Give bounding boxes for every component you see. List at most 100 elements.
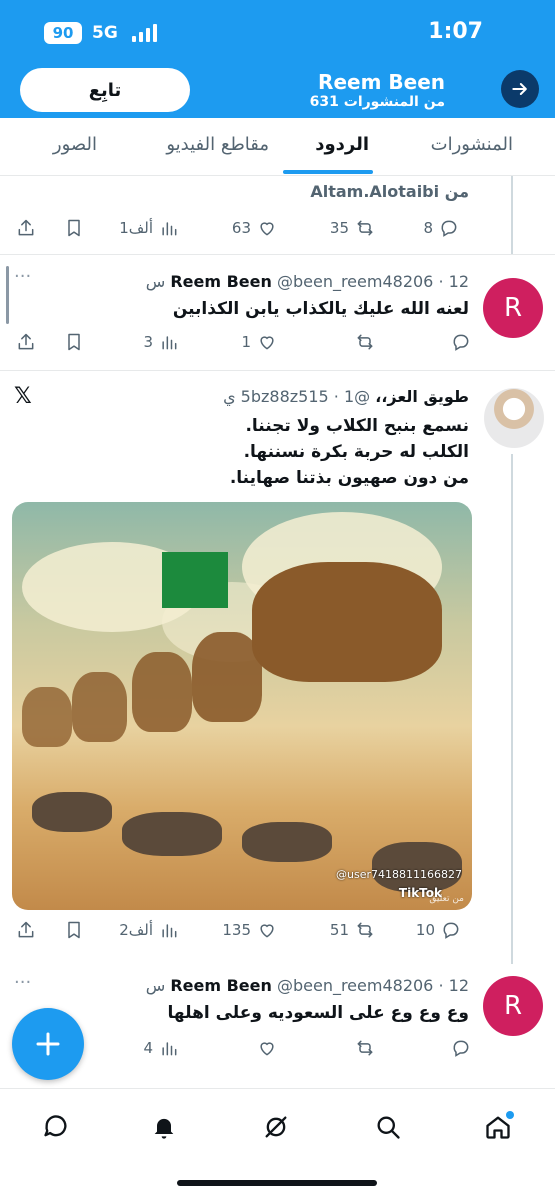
back-button[interactable]: [501, 70, 539, 108]
views-count: 3: [143, 333, 153, 351]
like-count: 63: [231, 219, 251, 237]
views-button[interactable]: 3: [143, 332, 179, 352]
bookmark-icon: [68, 219, 80, 237]
views-count: 1ألف: [119, 219, 153, 237]
thread-line: [511, 176, 513, 254]
views-icon: [162, 1042, 177, 1056]
views-icon: [162, 336, 177, 350]
share-button[interactable]: [16, 218, 36, 238]
reply-icon: [441, 220, 457, 237]
author-name[interactable]: طويق العز،،: [375, 387, 469, 406]
bookmark-button[interactable]: [64, 332, 84, 352]
views-button[interactable]: 4: [143, 1038, 179, 1058]
avatar[interactable]: R: [483, 278, 543, 338]
post-divider: [0, 254, 555, 255]
thread-line: [511, 454, 513, 964]
like-button[interactable]: 63: [232, 218, 277, 238]
more-icon[interactable]: ···: [14, 266, 31, 287]
bookmark-icon: [68, 333, 80, 351]
repost-button[interactable]: [355, 1038, 375, 1058]
post-text-line: من دون صهيون بذتنا صهاينا.: [229, 468, 469, 488]
tab-posts[interactable]: المنشورات: [431, 134, 513, 155]
arrow-right-icon: [512, 83, 527, 95]
post-text: وع وع وع على السعوديه وعلى اهلها: [167, 1003, 469, 1023]
author-name[interactable]: Reem Been: [170, 272, 272, 291]
reply-count: 8: [423, 219, 433, 237]
profile-header: 90 5G 1:07 تابِع Reem Been 631 من المنشو…: [0, 0, 555, 118]
like-icon: [260, 924, 274, 938]
tab-videos[interactable]: مقاطع الفيديو: [166, 134, 269, 155]
reply-button[interactable]: [451, 332, 471, 352]
repost-button[interactable]: [355, 332, 375, 352]
share-button[interactable]: [16, 332, 36, 352]
avatar-letter: R: [503, 293, 523, 323]
status-bar: 90 5G 1:07: [0, 0, 555, 62]
avatar[interactable]: R: [483, 976, 543, 1036]
signal-icon: [132, 24, 158, 42]
repost-button[interactable]: 35: [330, 218, 375, 238]
author-handle[interactable]: @been_reem48206: [277, 976, 433, 995]
post-header: طويق العز،، @5bz88z515 · 1 ي: [223, 387, 469, 406]
bookmark-button[interactable]: [64, 218, 84, 238]
like-icon: [260, 222, 274, 236]
status-time: 1:07: [428, 19, 483, 44]
bookmark-icon: [68, 921, 80, 939]
search-icon: [377, 1116, 400, 1139]
active-tab-indicator: [283, 170, 373, 174]
post-header: Reem Been @been_reem48206 · 12 س: [145, 976, 469, 995]
follow-button[interactable]: تابِع: [20, 68, 190, 112]
like-button[interactable]: 135: [222, 920, 277, 940]
nav-search[interactable]: [370, 1109, 406, 1145]
repost-icon: [357, 1040, 373, 1056]
posts-count: 631 من المنشورات: [309, 94, 445, 110]
post-text-line: نسمع بنبح الكلاب ولا تجننا.: [245, 416, 469, 436]
nav-messages[interactable]: [38, 1109, 74, 1145]
post-text-line: الكلب له حربة بكرة نسننها.: [243, 442, 469, 462]
share-icon: [18, 921, 34, 938]
compose-button[interactable]: [12, 1008, 84, 1080]
tab-photos[interactable]: الصور: [53, 134, 97, 155]
nav-grok[interactable]: [258, 1109, 294, 1145]
share-button[interactable]: [16, 920, 36, 940]
views-button[interactable]: 1ألف: [119, 218, 179, 238]
reply-button[interactable]: [451, 1038, 471, 1058]
bookmark-button[interactable]: [64, 920, 84, 940]
reply-icon: [453, 1040, 469, 1057]
avatar[interactable]: [484, 388, 544, 448]
repost-icon: [357, 334, 373, 350]
repost-button[interactable]: 51: [330, 920, 375, 940]
reply-context[interactable]: من Altam.Alotaibi: [310, 182, 469, 201]
author-handle[interactable]: @been_reem48206: [277, 272, 433, 291]
network-label: 5G: [92, 23, 118, 43]
more-icon[interactable]: ···: [14, 972, 31, 993]
repost-icon: [357, 220, 373, 236]
nav-home[interactable]: [480, 1109, 516, 1145]
plus-icon: [36, 1032, 60, 1056]
like-count: 135: [222, 921, 251, 939]
avatar-letter: R: [503, 991, 523, 1021]
reply-icon: [443, 922, 459, 939]
share-icon: [18, 219, 34, 236]
like-icon: [260, 1042, 274, 1056]
profile-name: Reem Been: [318, 70, 445, 94]
views-count: 4: [143, 1039, 153, 1057]
like-button[interactable]: [257, 1038, 277, 1058]
tab-replies[interactable]: الردود: [315, 134, 369, 155]
reply-count: 10: [415, 921, 435, 939]
reply-button[interactable]: 8: [423, 218, 459, 238]
nav-notifications[interactable]: [146, 1109, 182, 1145]
notification-dot: [506, 1111, 514, 1119]
grok-icon: [265, 1116, 287, 1138]
reply-icon: [453, 334, 469, 351]
reply-button[interactable]: 10: [416, 920, 461, 940]
post-text: لعنه الله عليك يالكذاب يابن الكذابين: [172, 299, 469, 319]
thread-marker: [6, 266, 9, 324]
messages-icon: [44, 1115, 67, 1137]
repost-icon: [357, 922, 373, 938]
author-name[interactable]: Reem Been: [170, 976, 272, 995]
post-media[interactable]: @user7418811166827 TikTok من تعليق: [12, 502, 472, 910]
x-logo-icon: 𝕏: [14, 384, 32, 409]
views-button[interactable]: 2ألف: [119, 920, 179, 940]
like-button[interactable]: 1: [241, 332, 277, 352]
views-icon: [162, 222, 177, 236]
